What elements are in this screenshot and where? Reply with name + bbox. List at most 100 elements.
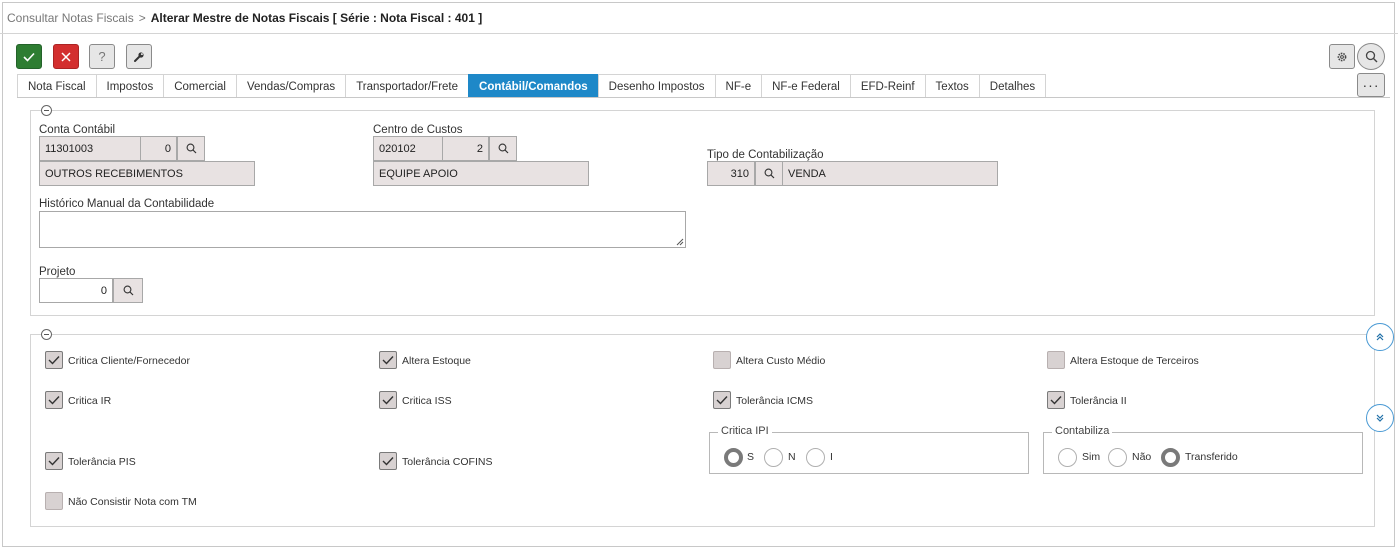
altera-estoque-terceiros-checkbox[interactable] <box>1047 351 1065 369</box>
gear-icon <box>1337 52 1347 61</box>
tab-desenho-impostos[interactable]: Desenho Impostos <box>597 74 716 98</box>
cancel-button[interactable] <box>53 44 79 69</box>
tipo-contabilizacao-label: Tipo de Contabilização <box>707 149 824 161</box>
close-icon <box>61 51 71 62</box>
tab-detalhes[interactable]: Detalhes <box>978 74 1047 98</box>
tab-divider <box>17 97 1390 98</box>
critica-ir-label: Critica IR <box>68 395 112 407</box>
search-icon <box>1365 50 1377 63</box>
conta-contabil-label: Conta Contábil <box>39 124 116 136</box>
altera-estoque-label: Altera Estoque <box>402 355 471 367</box>
check-icon <box>716 396 728 405</box>
check-icon <box>382 396 394 405</box>
check-icon <box>23 52 35 62</box>
search-icon <box>498 143 508 154</box>
conta-contabil-code-field[interactable]: 11301003 <box>39 136 141 161</box>
conta-contabil-digit-field[interactable]: 0 <box>140 136 177 161</box>
page-title: Alterar Mestre de Notas Fiscais [ Série … <box>150 11 483 25</box>
breadcrumb: Consultar Notas Fiscais > Alterar Mestre… <box>7 11 482 25</box>
tolerancia-ii-checkbox[interactable] <box>1047 391 1065 409</box>
tab-textos[interactable]: Textos <box>924 74 980 98</box>
tab-nota-fiscal[interactable]: Nota Fiscal <box>17 74 97 98</box>
critica-ipi-label-s: S <box>747 451 755 463</box>
tolerancia-cofins-label: Tolerância COFINS <box>402 456 493 468</box>
conta-contabil-search-button[interactable] <box>177 136 205 161</box>
contabiliza-label-nao: Não <box>1132 451 1152 463</box>
resize-handle-icon[interactable] <box>676 238 684 246</box>
search-icon <box>123 285 133 296</box>
contabiliza-radio-sim[interactable] <box>1058 448 1077 467</box>
centro-custos-label: Centro de Custos <box>373 124 463 136</box>
help-button[interactable]: ? <box>89 44 115 69</box>
centro-custos-code-field[interactable]: 020102 <box>373 136 443 161</box>
help-label: ? <box>98 49 106 64</box>
altera-custo-medio-checkbox[interactable] <box>713 351 731 369</box>
critica-ir-checkbox[interactable] <box>45 391 63 409</box>
critica-ipi-label-i: I <box>830 451 833 463</box>
wrench-icon <box>134 51 144 62</box>
contabiliza-label-transferido: Transferido <box>1185 451 1238 463</box>
centro-custos-description-field: EQUIPE APOIO <box>373 161 589 186</box>
collapse-accounting-icon[interactable] <box>41 105 52 116</box>
check-icon <box>1050 396 1062 405</box>
tab-vendas-compras[interactable]: Vendas/Compras <box>235 74 347 98</box>
critica-ipi-radio-s[interactable] <box>724 448 743 467</box>
more-label: ··· <box>1362 77 1380 93</box>
tab-transportador-frete[interactable]: Transportador/Frete <box>345 74 470 98</box>
scroll-down-button[interactable] <box>1366 404 1394 432</box>
tipo-contabilizacao-code-field[interactable]: 310 <box>707 161 755 186</box>
tolerancia-cofins-checkbox[interactable] <box>379 452 397 470</box>
altera-estoque-checkbox[interactable] <box>379 351 397 369</box>
nao-consistir-checkbox[interactable] <box>45 492 63 510</box>
search-icon <box>186 143 196 154</box>
tipo-contabilizacao-description-field: VENDA <box>782 161 998 186</box>
projeto-label: Projeto <box>39 266 76 278</box>
historico-label: Histórico Manual da Contabilidade <box>39 198 215 210</box>
check-icon <box>48 396 60 405</box>
projeto-search-button[interactable] <box>113 278 143 303</box>
tab-bar: Nota Fiscal Impostos Comercial Vendas/Co… <box>17 74 1047 98</box>
critica-iss-checkbox[interactable] <box>379 391 397 409</box>
tolerancia-icms-checkbox[interactable] <box>713 391 731 409</box>
altera-estoque-terceiros-label: Altera Estoque de Terceiros <box>1070 355 1199 367</box>
check-icon <box>382 457 394 466</box>
critica-ipi-radio-n[interactable] <box>764 448 783 467</box>
confirm-button[interactable] <box>16 44 42 69</box>
tipo-contabilizacao-search-button[interactable] <box>755 161 783 186</box>
contabiliza-radio-transferido[interactable] <box>1161 448 1180 467</box>
tab-nfe[interactable]: NF-e <box>714 74 763 98</box>
tolerancia-pis-checkbox[interactable] <box>45 452 63 470</box>
centro-custos-digit-field[interactable]: 2 <box>442 136 489 161</box>
tolerancia-icms-label: Tolerância ICMS <box>736 395 814 407</box>
historico-textarea[interactable] <box>39 211 686 248</box>
search-icon <box>764 168 774 179</box>
more-options-button[interactable]: ··· <box>1357 73 1385 97</box>
contabiliza-radio-nao[interactable] <box>1108 448 1127 467</box>
critica-ipi-radio-i[interactable] <box>806 448 825 467</box>
tools-button[interactable] <box>126 44 152 69</box>
contabiliza-title: Contabiliza <box>1052 425 1113 437</box>
critica-ipi-group: Critica IPI S N I <box>709 425 1029 474</box>
projeto-field[interactable]: 0 <box>39 278 113 303</box>
critica-ipi-title: Critica IPI <box>718 425 772 437</box>
collapse-commands-icon[interactable] <box>41 329 52 340</box>
search-button[interactable] <box>1357 43 1385 70</box>
conta-contabil-description-field: OUTROS RECEBIMENTOS <box>39 161 255 186</box>
tab-contabil-comandos[interactable]: Contábil/Comandos <box>468 74 599 98</box>
scroll-up-button[interactable] <box>1366 323 1394 351</box>
centro-custos-search-button[interactable] <box>489 136 517 161</box>
double-chevron-up-icon <box>1376 333 1384 341</box>
check-icon <box>382 356 394 365</box>
header-divider <box>0 33 1398 34</box>
check-icon <box>48 457 60 466</box>
tab-nfe-federal[interactable]: NF-e Federal <box>761 74 851 98</box>
tab-impostos[interactable]: Impostos <box>95 74 165 98</box>
tab-efd-reinf[interactable]: EFD-Reinf <box>849 74 926 98</box>
check-icon <box>48 356 60 365</box>
breadcrumb-parent[interactable]: Consultar Notas Fiscais <box>7 11 134 25</box>
tab-comercial[interactable]: Comercial <box>163 74 237 98</box>
settings-button[interactable] <box>1329 44 1355 69</box>
critica-cliente-label: Critica Cliente/Fornecedor <box>68 355 190 367</box>
critica-cliente-checkbox[interactable] <box>45 351 63 369</box>
contabiliza-group: Contabiliza Sim Não Transferido <box>1043 425 1363 474</box>
